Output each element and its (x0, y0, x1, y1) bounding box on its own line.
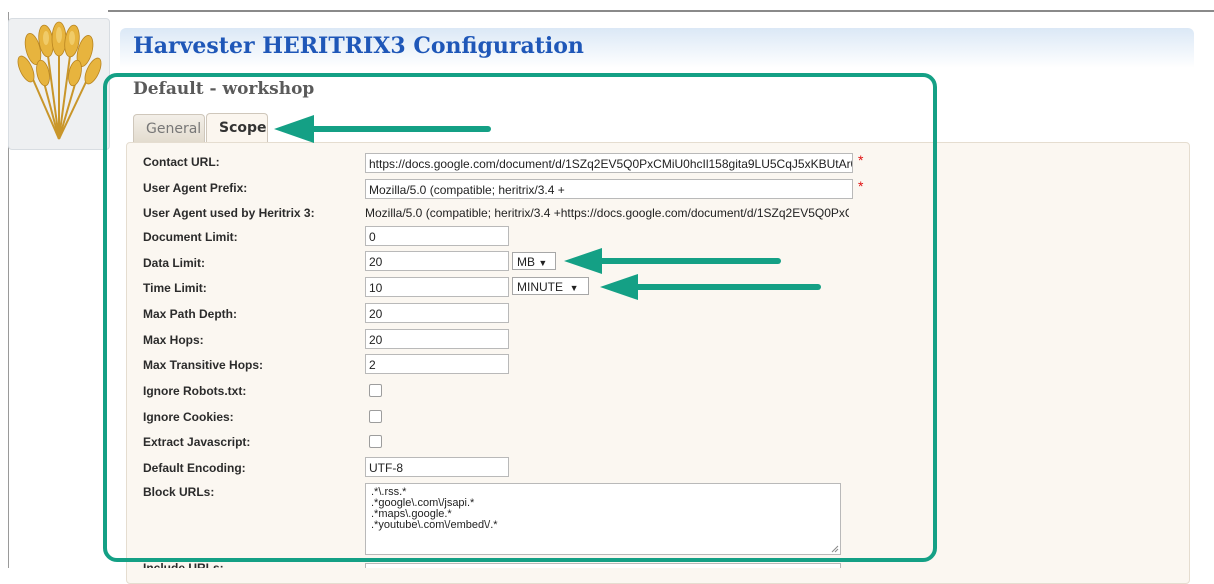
annotation-highlight-box (103, 73, 937, 562)
annotation-arrow-icon (600, 274, 821, 300)
include-urls-label: Include URLs: (143, 561, 224, 568)
top-border (108, 10, 1214, 12)
page-title: Harvester HERITRIX3 Configuration (133, 33, 584, 59)
wheat-logo-icon (8, 18, 110, 150)
include-urls-textarea[interactable] (365, 563, 841, 568)
annotation-arrow-icon (274, 115, 491, 143)
